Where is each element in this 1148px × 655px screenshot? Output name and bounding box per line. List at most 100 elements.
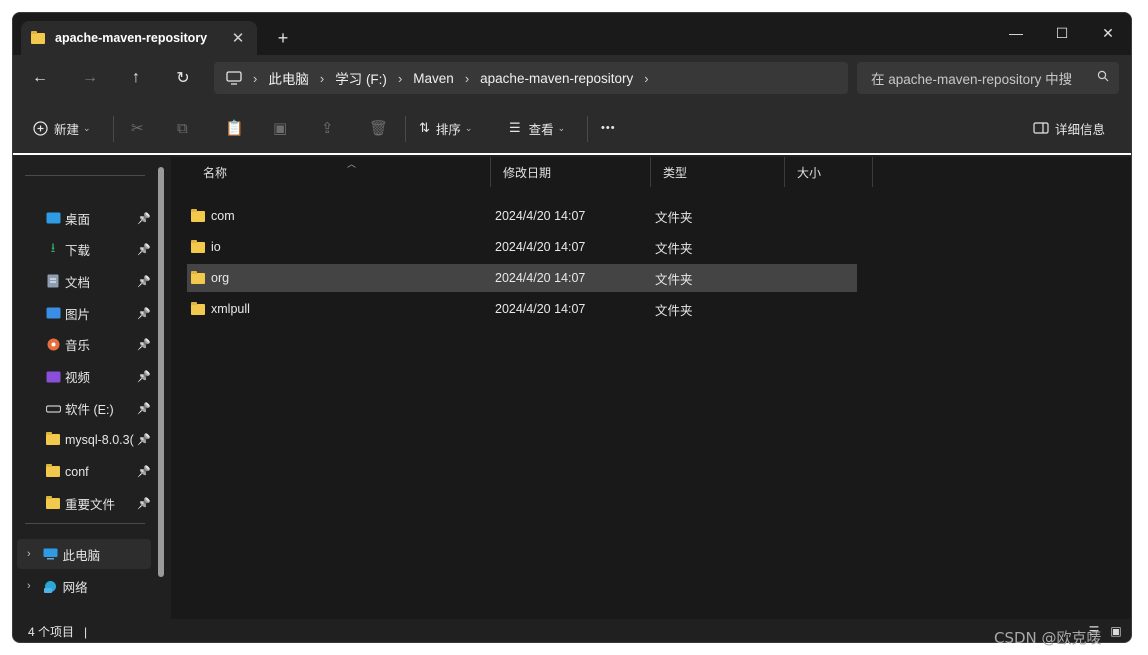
chevron-right-icon: › — [319, 70, 325, 86]
column-header-size[interactable]: 大小 — [785, 157, 873, 187]
maximize-button[interactable]: ☐ — [1039, 19, 1085, 47]
add-icon — [33, 120, 48, 136]
sort-icon: ⇅ — [419, 120, 430, 135]
pin-icon[interactable]: 📌 — [137, 460, 151, 484]
sidebar-item-label: 重要文件 — [65, 497, 116, 512]
chevron-down-icon: ⌄ — [557, 122, 566, 133]
table-row[interactable]: io 2024/4/20 14:07 文件夹 — [187, 233, 857, 261]
address-bar[interactable]: › 此电脑 › 学习 (F:) › Maven › apache-maven-r… — [214, 62, 848, 94]
sidebar-item-label: 音乐 — [65, 339, 91, 354]
sidebar-item-network[interactable]: › 网络 — [17, 571, 151, 601]
file-date: 2024/4/20 14:07 — [495, 271, 586, 285]
sidebar-item-this-pc[interactable]: › 此电脑 — [17, 539, 151, 569]
folder-icon — [191, 270, 205, 284]
sidebar-item-label: 图片 — [65, 307, 91, 322]
sort-label: 排序 — [435, 122, 461, 137]
close-window-button[interactable]: ✕ — [1085, 19, 1131, 47]
chevron-right-icon: › — [253, 70, 258, 86]
pin-icon[interactable]: 📌 — [137, 238, 151, 262]
pin-icon[interactable]: 📌 — [137, 333, 151, 357]
download-icon: ⭳ — [50, 239, 56, 255]
table-row[interactable]: xmlpull 2024/4/20 14:07 文件夹 — [187, 295, 857, 323]
details-pane-button[interactable]: 详细信息 — [1033, 115, 1105, 141]
address-row: ← → ↑ ↻ › 此电脑 › 学习 (F:) › Maven › apache… — [13, 55, 1131, 101]
status-separator: | — [84, 624, 88, 639]
column-date-label: 修改日期 — [503, 165, 552, 180]
refresh-button[interactable]: ↻ — [170, 65, 196, 91]
breadcrumb-current[interactable]: apache-maven-repository — [480, 71, 633, 86]
pin-icon[interactable]: 📌 — [137, 396, 151, 420]
folder-icon — [45, 432, 61, 446]
column-header-type[interactable]: 类型 — [651, 157, 785, 187]
sort-ascending-icon: ︿ — [347, 159, 357, 169]
file-name: io — [211, 240, 221, 254]
pin-icon[interactable]: 📌 — [137, 491, 151, 515]
delete-icon[interactable]: 🗑 — [369, 115, 388, 141]
rename-icon[interactable]: ▣ — [273, 115, 287, 141]
chevron-down-icon: ⌄ — [83, 122, 91, 133]
item-count: 4 个项目 — [28, 625, 75, 639]
view-button[interactable]: ☰ 查看 ⌄ — [509, 115, 565, 141]
cut-icon[interactable]: ✂ — [131, 115, 144, 141]
video-icon — [45, 370, 61, 383]
file-type: 文件夹 — [655, 241, 693, 256]
back-button[interactable]: ← — [27, 65, 53, 91]
chevron-right-icon: › — [397, 70, 403, 86]
folder-icon — [45, 495, 61, 510]
folder-icon — [191, 301, 205, 315]
new-button[interactable]: 新建 ⌄ — [33, 115, 91, 141]
computer-icon — [43, 548, 59, 561]
network-icon — [43, 580, 59, 593]
copy-icon[interactable]: ⧉ — [177, 115, 188, 141]
tiles-view-icon[interactable]: ▣ — [1107, 623, 1125, 639]
sidebar-item-label: 桌面 — [65, 212, 91, 227]
sort-button[interactable]: ⇅ 排序 ⌄ — [419, 115, 472, 141]
toolbar-divider — [405, 116, 406, 142]
file-date: 2024/4/20 14:07 — [495, 240, 586, 254]
chevron-right-icon[interactable]: › — [27, 548, 31, 560]
pin-icon[interactable]: 📌 — [137, 365, 151, 389]
music-icon — [45, 338, 61, 351]
up-button[interactable]: ↑ — [123, 65, 149, 91]
column-header-name[interactable]: 名称 ︿ — [187, 157, 491, 187]
file-type: 文件夹 — [655, 272, 693, 287]
pin-icon[interactable]: 📌 — [137, 269, 151, 293]
search-input[interactable]: 在 apache-maven-repository 中搜 — [857, 62, 1119, 94]
breadcrumb-drive-f[interactable]: 学习 (F:) — [335, 68, 387, 88]
tab-close-icon[interactable]: ✕ — [227, 27, 249, 49]
breadcrumb-maven[interactable]: Maven — [413, 71, 454, 86]
file-name: com — [211, 209, 235, 223]
minimize-button[interactable]: — — [993, 19, 1039, 47]
toolbar-divider — [587, 116, 588, 142]
tab-title: apache-maven-repository — [55, 31, 208, 45]
column-size-label: 大小 — [797, 165, 822, 180]
sidebar-item-label: 下载 — [65, 244, 91, 259]
column-header-date[interactable]: 修改日期 — [491, 157, 651, 187]
chevron-right-icon[interactable]: › — [644, 71, 648, 86]
view-icon: ☰ — [509, 120, 521, 135]
sidebar-item-label: 软件 (E:) — [65, 402, 114, 417]
table-row[interactable]: com 2024/4/20 14:07 文件夹 — [187, 202, 857, 230]
breadcrumb-this-pc[interactable]: 此电脑 — [268, 68, 309, 88]
chevron-down-icon: ⌄ — [464, 122, 473, 133]
chevron-right-icon[interactable]: › — [27, 580, 31, 592]
new-tab-button[interactable]: + — [271, 26, 295, 50]
pin-icon[interactable]: 📌 — [137, 206, 151, 230]
tab-apache-maven-repository[interactable]: apache-maven-repository ✕ — [21, 21, 257, 55]
folder-icon — [191, 208, 205, 222]
navigation-pane: 桌面 📌 ⭳ 下载 📌 文档 📌 图片 📌 音乐 📌 视频 📌 软件 (E:) 📌 mysql-8.0.3(📌… — [13, 157, 171, 619]
title-bar: apache-maven-repository ✕ + — ☐ ✕ — [13, 13, 1131, 55]
sidebar-scrollbar[interactable] — [158, 167, 164, 577]
file-name: org — [211, 271, 230, 285]
paste-icon[interactable]: 📋 — [225, 115, 244, 141]
forward-button[interactable]: → — [77, 65, 103, 91]
search-placeholder: 在 apache-maven-repository 中搜 — [871, 72, 1073, 87]
more-options-button[interactable]: ••• — [601, 115, 616, 141]
pin-icon[interactable]: 📌 — [137, 301, 151, 325]
share-icon[interactable]: ⇪ — [321, 115, 334, 141]
table-row-selected[interactable]: org 2024/4/20 14:07 文件夹 — [187, 264, 857, 292]
file-type: 文件夹 — [655, 210, 693, 225]
divider — [25, 523, 145, 524]
pin-icon[interactable]: 📌 — [137, 428, 151, 452]
chevron-right-icon: › — [464, 70, 470, 86]
